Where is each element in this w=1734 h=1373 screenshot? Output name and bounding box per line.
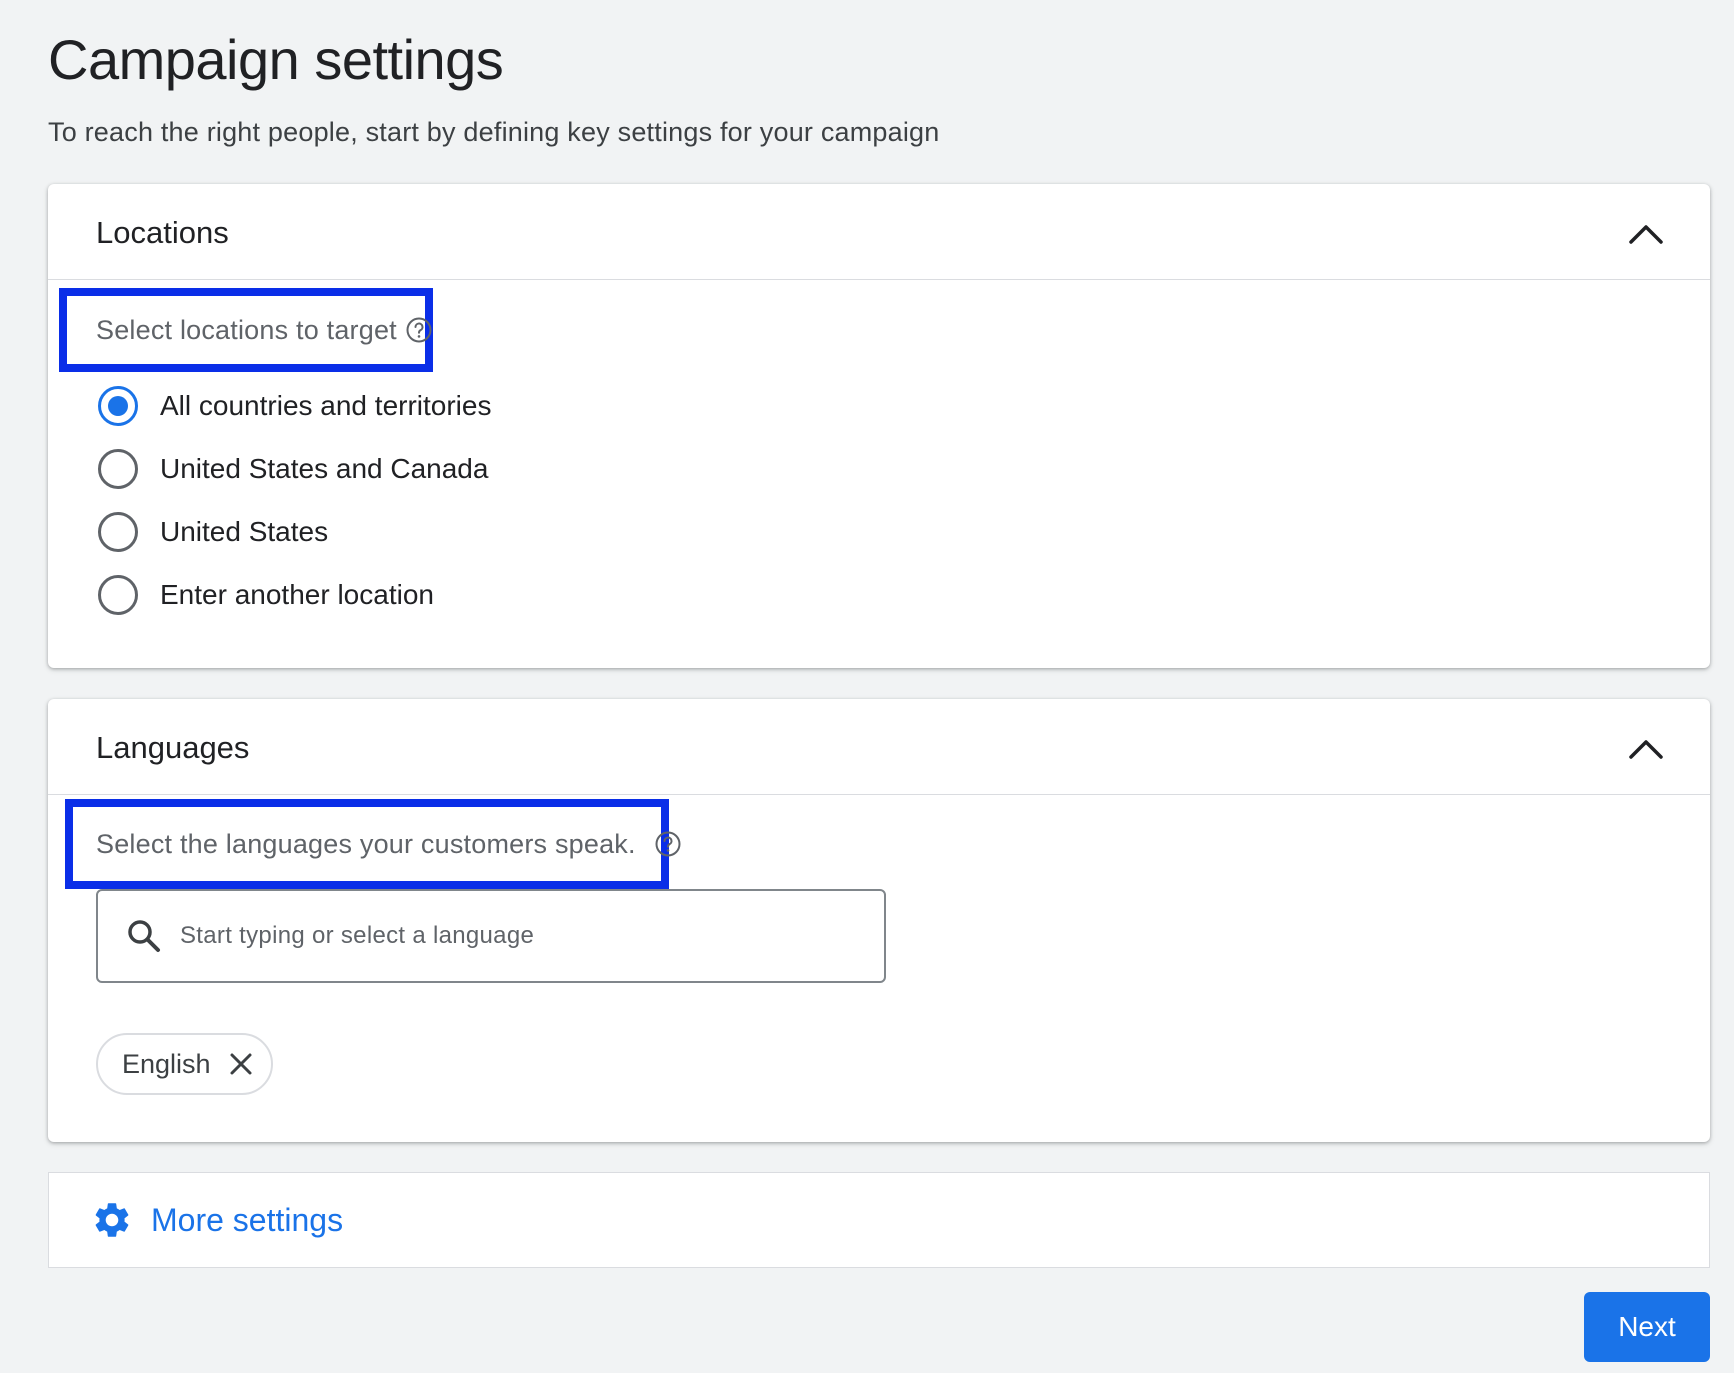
more-settings-button[interactable]: More settings [48,1172,1710,1268]
locations-label-row: Select locations to target [96,313,433,347]
radio-button[interactable] [98,386,138,426]
language-search-box[interactable] [96,889,886,983]
more-settings-label: More settings [151,1202,344,1238]
page-title: Campaign settings [48,28,504,91]
radio-label: Enter another location [160,579,434,610]
next-button[interactable]: Next [1584,1292,1710,1362]
radio-label: United States [160,516,329,547]
radio-button[interactable] [98,512,138,552]
locations-help-icon[interactable] [405,316,433,344]
languages-collapse-button[interactable] [1622,725,1670,773]
gear-icon [95,1203,129,1237]
locations-label: Select locations to target [96,315,397,345]
campaign-settings-page: Campaign settings To reach the right peo… [0,0,1734,1373]
location-option-us[interactable]: United States [98,512,328,552]
locations-collapse-button[interactable] [1622,210,1670,258]
chip-label: English [122,1049,211,1079]
language-search-input[interactable] [180,922,830,950]
chip-remove-button[interactable] [229,1052,253,1076]
radio-label: All countries and territories [160,390,492,421]
locations-card-header[interactable]: Locations [48,184,1710,280]
radio-label: United States and Canada [160,453,489,484]
locations-card: Locations Select locations to target All… [48,184,1710,668]
languages-card: Languages Select the languages your cust… [48,699,1710,1142]
language-chip-english: English [96,1033,273,1095]
languages-card-header[interactable]: Languages [48,699,1710,795]
languages-label: Select the languages your customers spea… [96,829,636,859]
location-option-all[interactable]: All countries and territories [98,386,491,426]
languages-title: Languages [96,730,250,765]
chevron-up-icon [1629,740,1663,759]
languages-label-row: Select the languages your customers spea… [96,827,682,861]
chevron-up-icon [1629,225,1663,244]
locations-title: Locations [96,215,229,250]
close-icon [230,1053,252,1075]
page-subtitle: To reach the right people, start by defi… [48,117,940,147]
location-option-us-canada[interactable]: United States and Canada [98,449,488,489]
radio-button[interactable] [98,575,138,615]
languages-help-icon[interactable] [654,830,682,858]
radio-button[interactable] [98,449,138,489]
search-icon [128,920,160,952]
location-option-other[interactable]: Enter another location [98,575,434,615]
